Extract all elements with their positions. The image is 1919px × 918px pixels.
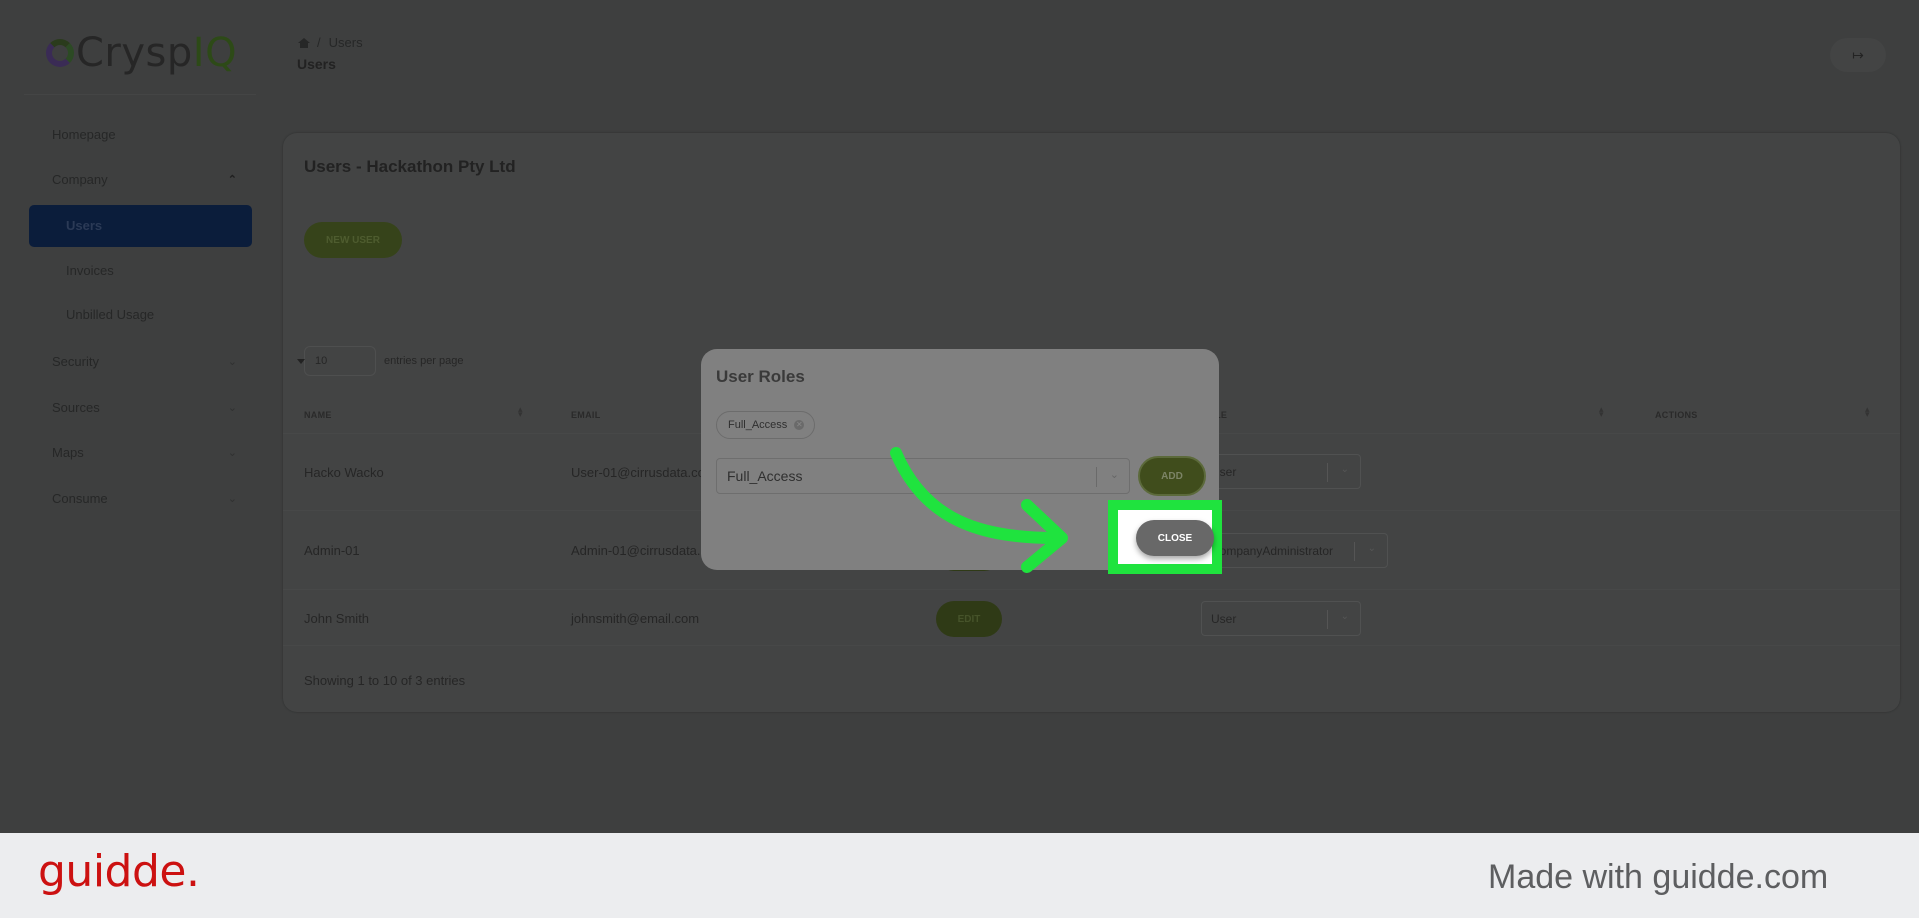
chevron-down-icon: ⌄ bbox=[1367, 543, 1376, 554]
logo-ring-icon bbox=[46, 39, 74, 67]
logo-text-accent: IQ bbox=[192, 30, 238, 76]
crysp-iq-logo[interactable]: Crysp IQ bbox=[46, 30, 237, 76]
logo-text: Crysp bbox=[76, 30, 193, 76]
divider bbox=[283, 589, 1900, 590]
made-with-text: Made with guidde.com bbox=[1488, 858, 1829, 896]
column-header-email[interactable]: EMAIL bbox=[571, 410, 601, 420]
sidebar-item-security[interactable]: Security ⌄ bbox=[52, 354, 237, 369]
entries-per-page: entries per page bbox=[297, 346, 464, 376]
sidebar-item-label: Consume bbox=[52, 491, 108, 506]
chevron-down-icon: ⌄ bbox=[227, 447, 237, 459]
chevron-down-icon: ⌄ bbox=[227, 356, 237, 368]
logout-icon: ↦ bbox=[1852, 46, 1864, 63]
role-value: CompanyAdministrator bbox=[1211, 543, 1334, 558]
logo-divider bbox=[24, 94, 256, 95]
sidebar-item-users[interactable]: Users bbox=[29, 205, 252, 247]
close-circle-icon[interactable]: ✕ bbox=[794, 420, 805, 430]
breadcrumb-current: Users bbox=[328, 35, 363, 50]
chevron-down-icon: ⌄ bbox=[227, 402, 237, 414]
edit-button[interactable]: EDIT bbox=[936, 601, 1002, 637]
chevron-down-icon: ⌄ bbox=[1109, 469, 1119, 481]
select-separator bbox=[1096, 467, 1097, 487]
close-button[interactable]: CLOSE bbox=[1136, 520, 1214, 556]
select-separator bbox=[1354, 542, 1355, 561]
sidebar-item-maps[interactable]: Maps ⌄ bbox=[52, 445, 237, 460]
sidebar-item-label: Homepage bbox=[52, 127, 116, 142]
modal-title: User Roles bbox=[716, 367, 805, 386]
role-select[interactable]: CompanyAdministrator ⌄ bbox=[1201, 533, 1388, 568]
select-separator bbox=[1327, 463, 1328, 482]
divider bbox=[283, 645, 1900, 646]
breadcrumb-separator: / bbox=[317, 35, 321, 50]
sidebar-item-label: Unbilled Usage bbox=[66, 307, 155, 322]
app-background: Crysp IQ Homepage Company ⌃ Users Invoice… bbox=[0, 0, 1919, 833]
sidebar-item-sources[interactable]: Sources ⌄ bbox=[52, 400, 237, 415]
chevron-down-icon: ⌄ bbox=[1340, 611, 1349, 622]
role-select[interactable]: User ⌄ bbox=[1201, 601, 1361, 636]
table-info: Showing 1 to 10 of 3 entries bbox=[304, 673, 466, 688]
add-role-button[interactable]: ADD bbox=[1138, 456, 1206, 496]
chevron-down-icon: ⌄ bbox=[1340, 464, 1349, 475]
user-name: Admin-01 bbox=[304, 543, 360, 558]
sort-icon[interactable]: ▴ ▾ bbox=[518, 405, 523, 419]
highlight-inner: CLOSE bbox=[1118, 510, 1214, 564]
role-select-value: Full_Access bbox=[727, 468, 803, 484]
chevron-down-icon: ⌄ bbox=[227, 493, 237, 505]
select-separator bbox=[1327, 610, 1328, 629]
column-header-name[interactable]: NAME bbox=[304, 410, 332, 420]
role-select[interactable]: User ⌄ bbox=[1201, 454, 1361, 489]
role-chip: Full_Access ✕ bbox=[716, 411, 816, 439]
sidebar-item-label: Maps bbox=[52, 445, 84, 460]
page-title: Users bbox=[297, 56, 336, 72]
new-user-button[interactable]: NEW USER bbox=[304, 222, 402, 258]
sidebar-item-label: Users bbox=[66, 218, 103, 233]
sidebar-item-unbilled-usage[interactable]: Unbilled Usage bbox=[66, 307, 154, 322]
breadcrumb: / Users bbox=[298, 35, 363, 50]
chevron-up-icon: ⌃ bbox=[227, 174, 237, 186]
column-header-actions[interactable]: ACTIONS bbox=[1655, 410, 1698, 420]
entries-per-page-label: entries per page bbox=[384, 355, 464, 367]
entries-per-page-input[interactable] bbox=[304, 346, 376, 376]
sidebar-item-invoices[interactable]: Invoices bbox=[66, 263, 114, 278]
user-name: John Smith bbox=[304, 611, 370, 626]
sidebar-item-label: Security bbox=[52, 354, 99, 369]
user-name: Hacko Wacko bbox=[304, 465, 384, 480]
home-icon[interactable] bbox=[298, 37, 310, 48]
logout-button[interactable]: ↦ bbox=[1830, 38, 1886, 72]
role-select-input[interactable]: Full_Access ⌄ bbox=[716, 458, 1130, 494]
sidebar-item-label: Company bbox=[52, 172, 108, 187]
user-email: User-01@cirrusdata.com bbox=[571, 465, 716, 480]
guidde-logo: guidde. bbox=[38, 846, 200, 897]
caret-down-icon bbox=[297, 359, 305, 364]
sort-icon[interactable]: ▴ ▾ bbox=[1865, 405, 1870, 419]
highlight-box: CLOSE bbox=[1108, 500, 1222, 574]
sidebar-item-company[interactable]: Company ⌃ bbox=[52, 172, 237, 187]
role-chip-label: Full_Access bbox=[728, 419, 788, 431]
sidebar-item-homepage[interactable]: Homepage bbox=[52, 127, 237, 142]
card-title: Users - Hackathon Pty Ltd bbox=[304, 157, 516, 176]
role-value: User bbox=[1211, 611, 1237, 626]
sort-icon[interactable]: ▴ ▾ bbox=[1599, 405, 1604, 419]
sidebar-item-label: Invoices bbox=[66, 263, 114, 278]
user-email: johnsmith@email.com bbox=[571, 611, 700, 626]
sidebar-item-label: Sources bbox=[52, 400, 100, 415]
sidebar-item-consume[interactable]: Consume ⌄ bbox=[52, 491, 237, 506]
